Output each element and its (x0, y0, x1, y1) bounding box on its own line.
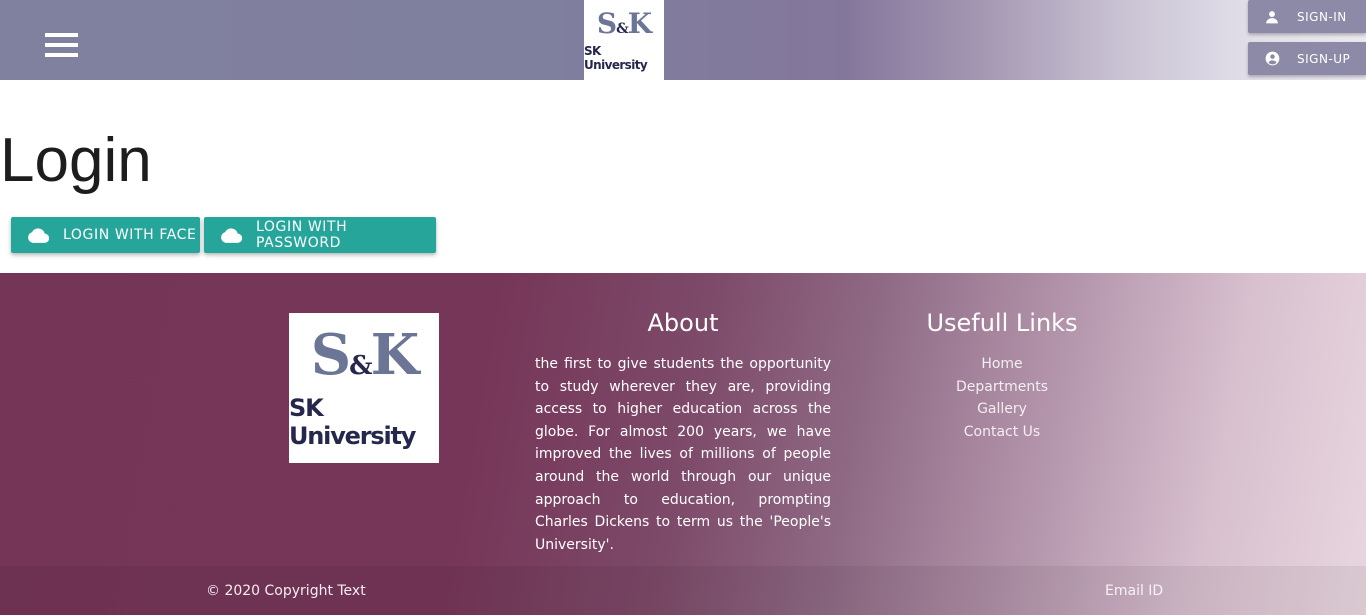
email-link[interactable]: Email ID (1105, 583, 1163, 599)
list-item: Departments (900, 376, 1104, 399)
useful-links-list: Home Departments Gallery Contact Us (900, 353, 1104, 443)
footer-logo: S&K SK University (289, 313, 439, 463)
footer-link-departments[interactable]: Departments (956, 379, 1048, 395)
page-title: Login (0, 126, 152, 195)
account-circle-icon (1264, 51, 1280, 67)
footer-link-gallery[interactable]: Gallery (977, 401, 1027, 417)
footer-link-home[interactable]: Home (981, 356, 1022, 372)
about-text: the first to give students the opportuni… (535, 356, 831, 553)
login-with-password-button[interactable]: LOGIN WITH PASSWORD (204, 217, 436, 253)
cloud-icon (220, 227, 242, 243)
person-icon (1264, 9, 1280, 25)
header-logo[interactable]: S&K SK University (584, 0, 664, 80)
footer-logo-name: SK University (289, 393, 416, 450)
login-with-face-button[interactable]: LOGIN WITH FACE (11, 217, 200, 253)
copyright-text: © 2020 Copyright Text (206, 583, 366, 599)
sign-in-label: SIGN-IN (1297, 9, 1347, 24)
footer: S&K SK University About the first to giv… (0, 273, 1366, 615)
footer-bottom-bar: © 2020 Copyright Text Email ID (0, 566, 1366, 615)
sign-up-button[interactable]: SIGN-UP (1248, 42, 1366, 75)
footer-logo-mark: S&K (310, 321, 420, 388)
login-with-password-label: LOGIN WITH PASSWORD (256, 219, 348, 251)
useful-links-heading: Usefull Links (926, 309, 1078, 337)
list-item: Contact Us (900, 421, 1104, 444)
sign-in-button[interactable]: SIGN-IN (1248, 0, 1366, 33)
logo-mark: S&K (596, 6, 652, 40)
about-heading: About (647, 309, 719, 337)
list-item: Gallery (900, 398, 1104, 421)
footer-link-contact-us[interactable]: Contact Us (964, 424, 1040, 440)
sign-up-label: SIGN-UP (1297, 51, 1351, 66)
login-with-face-label: LOGIN WITH FACE (63, 227, 197, 243)
logo-name: SK University (584, 43, 648, 72)
hamburger-menu-icon[interactable] (45, 33, 78, 58)
header-bar: S&K SK University SIGN-IN SIGN-UP (0, 0, 1366, 80)
cloud-icon (27, 227, 49, 243)
list-item: Home (900, 353, 1104, 376)
